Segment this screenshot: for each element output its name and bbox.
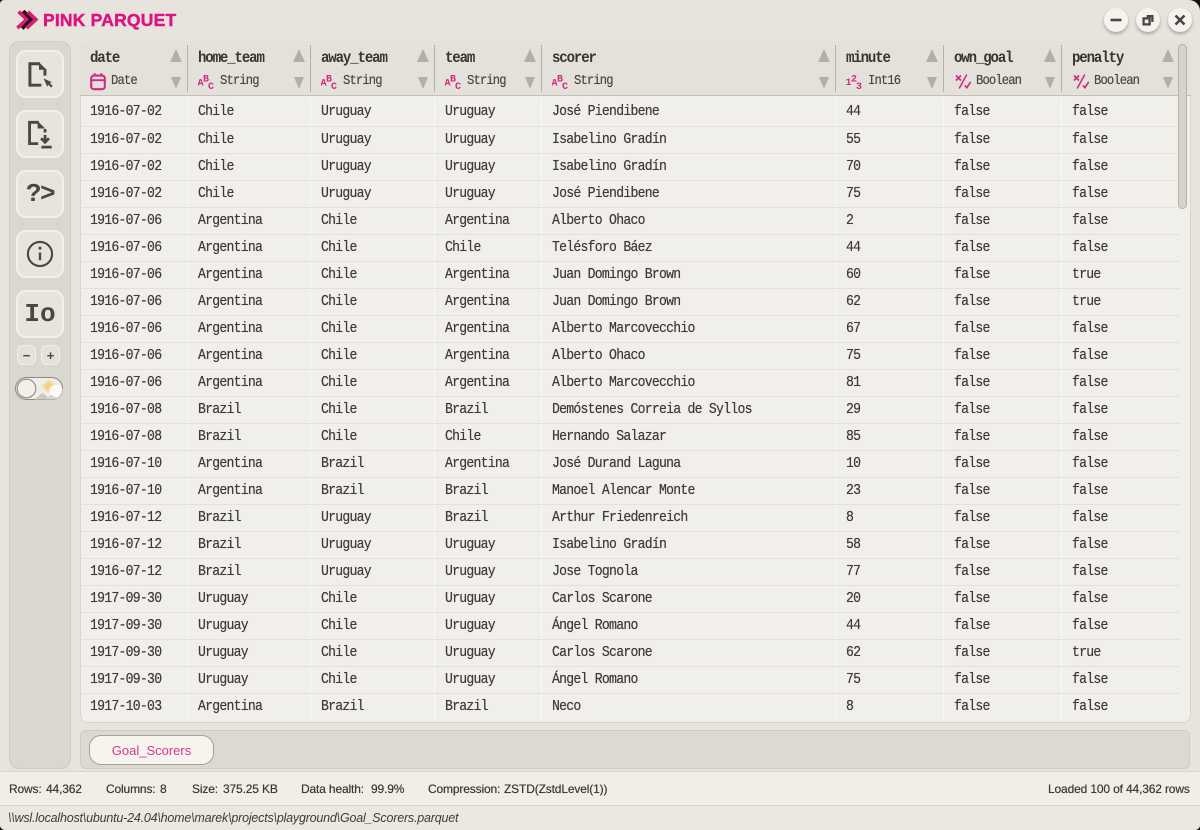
- svg-text:C: C: [331, 82, 337, 91]
- svg-text:C: C: [562, 82, 568, 91]
- svg-text:C: C: [208, 82, 214, 91]
- svg-text:3: 3: [856, 82, 862, 91]
- svg-text:C: C: [455, 82, 461, 91]
